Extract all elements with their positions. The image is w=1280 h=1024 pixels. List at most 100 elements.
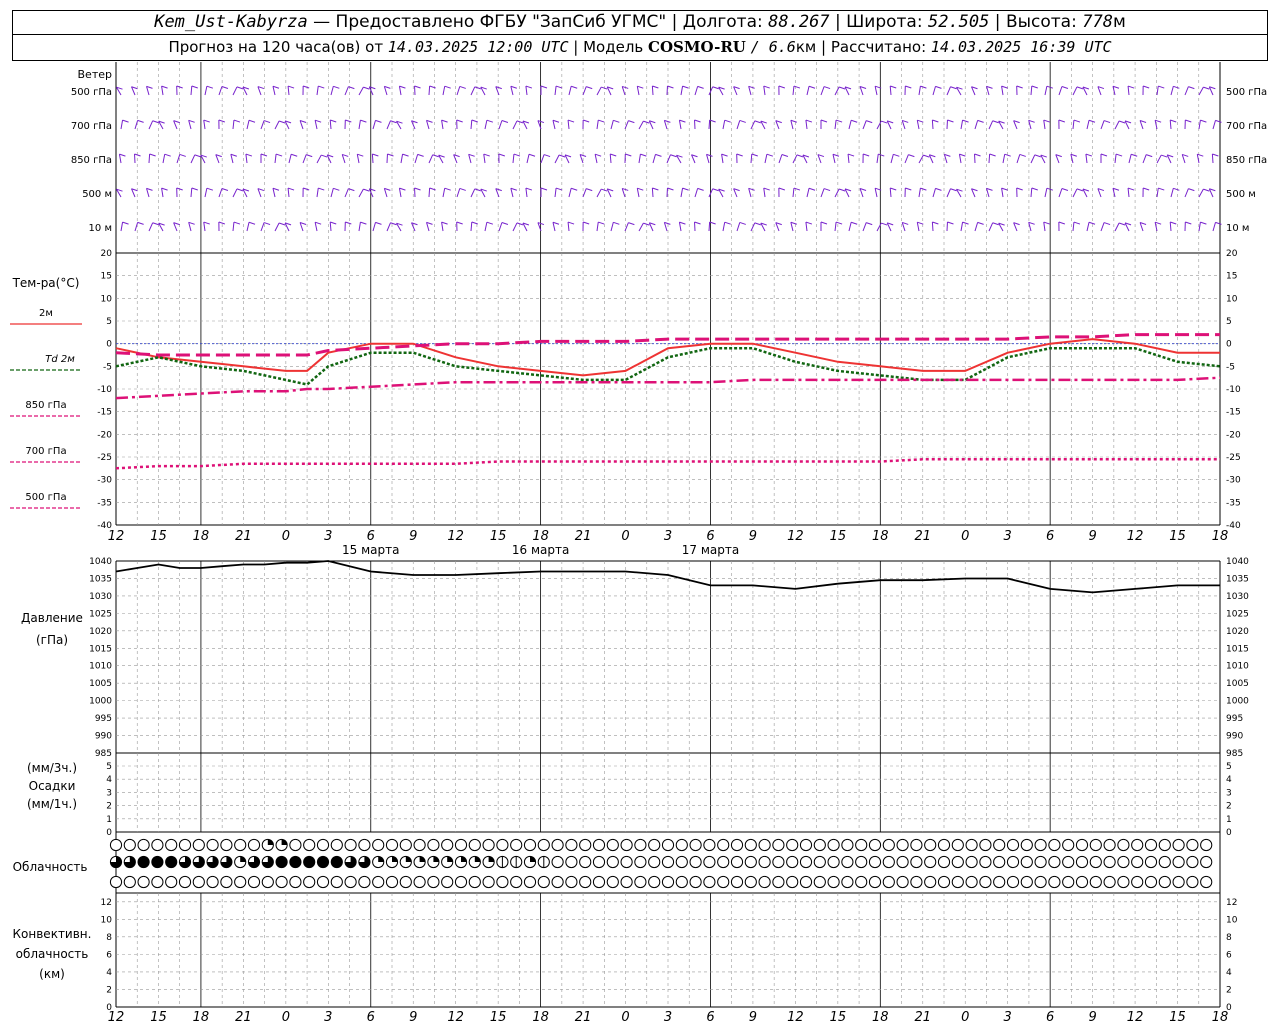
- wind-barb-flag: [962, 221, 969, 225]
- wind-barb-staff: [806, 86, 810, 96]
- wind-barb-staff: [120, 120, 124, 130]
- wind-barb-staff: [946, 188, 951, 198]
- wind-barb-staff: [1212, 222, 1216, 232]
- wind-barb-flag: [302, 187, 310, 191]
- wind-barb-flag: [962, 119, 969, 123]
- hour-label-mid: 21: [914, 529, 931, 544]
- wind-barb-flag: [1019, 153, 1026, 157]
- wind-barb-staff: [314, 222, 318, 232]
- wind-barb-flag: [613, 221, 620, 225]
- wind-barb-flag: [399, 85, 406, 89]
- hour-label-bottom: 9: [409, 1010, 417, 1024]
- cloud-symbol: [551, 838, 564, 852]
- wind-barb-flag: [263, 120, 271, 124]
- wind-barb-flag: [781, 154, 789, 157]
- cloud-symbol-fill: [138, 856, 150, 868]
- wind-barb-staff: [552, 222, 556, 232]
- wind-barb-staff: [694, 86, 699, 96]
- wind-barb-staff: [918, 86, 921, 96]
- temp-legend-label: 700 гПа: [25, 446, 66, 457]
- wind-barb-staff: [1044, 188, 1048, 198]
- cloud-symbol: [730, 875, 744, 889]
- wind-barb-flag: [291, 153, 298, 157]
- wind-barb-staff: [832, 154, 836, 164]
- wind-barb-flag: [456, 221, 463, 225]
- precip-tick-right: 5: [1226, 762, 1232, 772]
- cloud-symbol: [1200, 838, 1213, 852]
- conv-tick-left: 2: [106, 985, 112, 995]
- wind-barb-staff: [1002, 154, 1006, 164]
- wind-barb-staff: [636, 86, 640, 96]
- wind-barb-flag: [682, 85, 689, 89]
- wind-barb-flag: [441, 119, 448, 123]
- wind-barb-staff: [525, 188, 528, 198]
- wind-barb-flag: [992, 222, 999, 226]
- cloud-symbol: [689, 838, 702, 852]
- cloud-symbol: [896, 838, 909, 852]
- cloud-symbol: [234, 838, 247, 852]
- cloud-symbol: [137, 875, 150, 889]
- conv-tick-right: 12: [1226, 898, 1237, 908]
- wind-barb-flag: [667, 187, 674, 191]
- wind-barb-flag: [793, 85, 801, 89]
- wind-barb-flag: [221, 188, 229, 191]
- conv-tick-right: 2: [1226, 985, 1232, 995]
- press-tick-right: 1030: [1226, 592, 1249, 602]
- cloud-symbol-fill: [433, 856, 439, 862]
- wind-barb-staff: [790, 222, 794, 232]
- wind-barb-staff: [1212, 120, 1216, 130]
- cloud-symbol: [924, 838, 937, 852]
- wind-barb-staff: [148, 222, 154, 232]
- wind-barb-flag: [314, 221, 322, 225]
- wind-barb-staff: [862, 222, 867, 232]
- wind-barb-flag: [793, 187, 801, 191]
- wind-barb-staff: [1072, 221, 1075, 232]
- wind-barb-staff: [510, 188, 514, 198]
- wind-barb-flag: [218, 119, 226, 123]
- wind-barb-flag: [1158, 85, 1165, 89]
- wind-barb-staff: [1030, 85, 1033, 96]
- wind-barb-staff: [272, 86, 276, 96]
- wind-barb-flag: [628, 222, 635, 226]
- wind-barb-staff: [651, 85, 654, 96]
- wind-barb-flag: [513, 153, 521, 157]
- wind-barb-staff: [678, 222, 682, 232]
- wind-barb-staff: [638, 120, 644, 130]
- wind-barb-staff: [554, 86, 557, 96]
- cloud-symbol: [1103, 838, 1116, 852]
- wind-barb-flag: [739, 119, 746, 123]
- meteogram: Ветер 500 гПа 500 гПа 700 гПа 700 гПа 850 гПа…: [10, 62, 1267, 1024]
- wind-barb-flag: [1118, 222, 1126, 226]
- wind-barb-staff: [582, 188, 587, 198]
- wind-barb-flag: [1203, 188, 1210, 192]
- conv-tick-left: 12: [101, 898, 112, 908]
- cloud-symbol: [937, 875, 951, 889]
- wind-barb-flag: [486, 221, 494, 225]
- press-tick-left: 1010: [89, 662, 112, 672]
- cloud-symbol: [910, 855, 923, 869]
- wind-barb-flag: [179, 153, 186, 157]
- wind-barb-staff: [960, 222, 964, 232]
- conv-tick-left: 8: [106, 933, 112, 943]
- cloud-symbol: [634, 875, 647, 889]
- wind-barb-staff: [260, 120, 265, 130]
- wind-barb-staff: [426, 120, 430, 130]
- cloud-symbol: [744, 838, 757, 852]
- cloud-symbol: [523, 838, 537, 852]
- wind-barb-staff: [792, 187, 795, 198]
- hour-label-bottom: 9: [1088, 1010, 1096, 1024]
- wind-barb-flag: [363, 188, 370, 192]
- wind-barb-flag: [598, 221, 605, 225]
- wind-barb-staff: [1142, 154, 1147, 164]
- cloud-symbol-fill: [151, 856, 163, 868]
- temp-tick-right: -15: [1226, 408, 1241, 418]
- temp-tick-right: -25: [1226, 453, 1241, 463]
- hour-label-bottom: 3: [324, 1010, 332, 1024]
- wind-barb-flag: [194, 154, 201, 158]
- cloud-symbol: [772, 838, 785, 852]
- temp-legend-label: 500 гПа: [25, 492, 66, 503]
- cloud-symbol: [868, 855, 882, 869]
- cloud-symbol: [993, 838, 1006, 852]
- press-tick-right: 995: [1226, 714, 1243, 724]
- wind-barb-staff: [862, 120, 867, 130]
